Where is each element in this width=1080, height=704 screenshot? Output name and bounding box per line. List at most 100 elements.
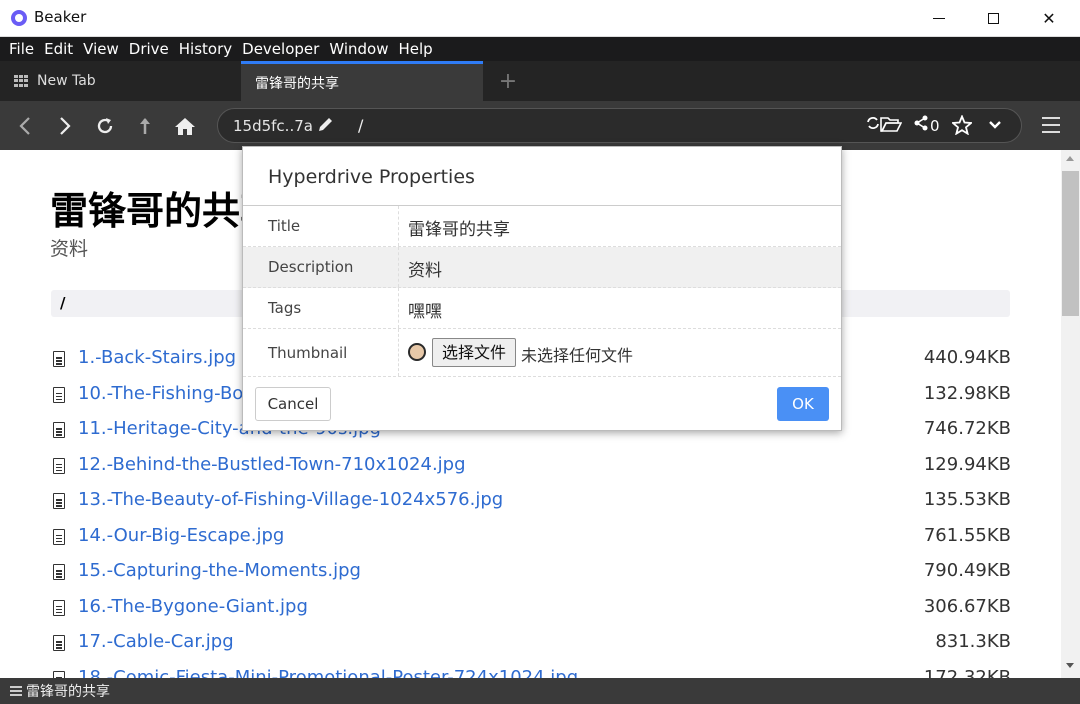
file-link[interactable]: 10.-The-Fishing-Bo [78, 383, 243, 404]
minimize-button[interactable] [916, 0, 962, 36]
url-path[interactable]: / [358, 116, 363, 135]
file-link[interactable]: 17.-Cable-Car.jpg [78, 631, 234, 652]
file-size: 761.55KB [923, 524, 1011, 546]
list-icon [10, 684, 22, 698]
property-label: Thumbnail [268, 344, 348, 362]
scroll-down-icon[interactable] [1066, 663, 1074, 668]
tab-label: 雷锋哥的共享 [255, 75, 339, 92]
file-icon [53, 493, 65, 509]
file-icon [53, 457, 65, 474]
column-divider [398, 329, 399, 376]
file-link[interactable]: 12.-Behind-the-Bustled-Town-710x1024.jpg [78, 454, 466, 475]
column-divider [398, 288, 399, 328]
peer-count: 0 [930, 117, 940, 135]
pencil-icon[interactable] [317, 115, 335, 137]
property-label: Tags [268, 299, 302, 317]
sync-icon[interactable] [866, 115, 880, 135]
choose-file-button[interactable]: 选择文件 [432, 338, 517, 367]
property-label: Description [268, 258, 354, 276]
page-subtitle: 资料 [50, 238, 89, 260]
column-divider [398, 206, 399, 246]
forward-icon[interactable] [50, 111, 80, 141]
menu-help[interactable]: Help [393, 37, 437, 61]
list-item[interactable]: 12.-Behind-the-Bustled-Town-710x1024.jpg… [51, 448, 1011, 484]
up-icon[interactable] [130, 111, 160, 141]
file-icon [53, 422, 65, 438]
file-link[interactable]: 13.-The-Beauty-of-Fishing-Village-1024x5… [78, 489, 503, 510]
list-item[interactable]: 14.-Our-Big-Escape.jpg 761.55KB [51, 519, 1011, 555]
column-divider [398, 247, 399, 287]
menu-drive[interactable]: Drive [124, 37, 174, 61]
navigation-bar: 15d5fc..7a / 0 [0, 101, 1080, 150]
tab-active[interactable]: 雷锋哥的共享 [241, 61, 483, 101]
file-size: 831.3KB [935, 631, 1011, 652]
ok-button[interactable]: OK [777, 387, 829, 421]
vertical-scrollbar[interactable] [1061, 150, 1080, 678]
file-link[interactable]: 15.-Capturing-the-Moments.jpg [78, 560, 361, 581]
new-tab-button[interactable]: + [497, 61, 519, 101]
hamburger-menu-icon[interactable] [1038, 112, 1064, 138]
property-label: Title [268, 217, 301, 235]
list-item[interactable]: 16.-The-Bygone-Giant.jpg 306.67KB [51, 590, 1011, 626]
dialog-title: Hyperdrive Properties [268, 166, 475, 188]
file-size: 440.94KB [923, 347, 1011, 368]
menu-developer[interactable]: Developer [237, 37, 324, 61]
file-size: 132.98KB [923, 382, 1011, 404]
back-icon[interactable] [10, 111, 40, 141]
menu-bar: File Edit View Drive History Developer W… [0, 37, 1080, 61]
chevron-down-icon[interactable] [988, 115, 1002, 137]
reload-icon[interactable] [90, 111, 120, 141]
menu-file[interactable]: File [4, 37, 39, 61]
home-icon[interactable] [170, 111, 200, 141]
thumbnail-avatar [408, 343, 426, 361]
folder-icon[interactable] [880, 115, 903, 137]
property-row-thumbnail: Thumbnail 选择文件 未选择任何文件 [243, 329, 841, 377]
list-item[interactable]: 17.-Cable-Car.jpg 831.3KB [51, 625, 1011, 661]
file-size: 746.72KB [923, 418, 1011, 439]
file-status-text: 未选择任何文件 [521, 346, 634, 365]
close-button[interactable]: ✕ [1026, 0, 1072, 36]
file-size: 172.32KB [923, 666, 1011, 679]
title-bar: Beaker ✕ [0, 0, 1080, 37]
apps-grid-icon [14, 75, 28, 87]
file-link[interactable]: 18.-Comic-Fiesta-Mini-Promotional-Poster… [78, 667, 578, 679]
cancel-button[interactable]: Cancel [255, 387, 331, 421]
tab-strip: New Tab 雷锋哥的共享 + [0, 61, 1080, 101]
star-icon[interactable] [950, 114, 974, 139]
property-row-description: Description 资料 [243, 247, 841, 288]
file-link[interactable]: 1.-Back-Stairs.jpg [78, 347, 236, 368]
title-input[interactable]: 雷锋哥的共享 [408, 215, 510, 240]
drive-key[interactable]: 15d5fc..7a [233, 117, 313, 135]
maximize-button[interactable] [970, 0, 1016, 36]
list-item[interactable]: 15.-Capturing-the-Moments.jpg 790.49KB [51, 554, 1011, 590]
status-bar: 雷锋哥的共享 [0, 678, 1080, 704]
scroll-thumb[interactable] [1062, 171, 1079, 316]
menu-window[interactable]: Window [324, 37, 393, 61]
file-link[interactable]: 14.-Our-Big-Escape.jpg [78, 525, 284, 546]
tags-input[interactable]: 嘿嘿 [408, 297, 442, 322]
file-icon [53, 386, 65, 403]
file-icon [53, 635, 65, 651]
menu-view[interactable]: View [78, 37, 124, 61]
share-icon[interactable] [914, 115, 928, 135]
menu-edit[interactable]: Edit [39, 37, 78, 61]
list-item[interactable]: 13.-The-Beauty-of-Fishing-Village-1024x5… [51, 483, 1011, 519]
browser-window: Beaker ✕ File Edit View Drive History De… [0, 0, 1080, 704]
status-text: 雷锋哥的共享 [26, 684, 110, 700]
menu-history[interactable]: History [174, 37, 237, 61]
property-row-title: Title 雷锋哥的共享 [243, 206, 841, 247]
app-title: Beaker [34, 8, 87, 26]
file-size: 306.67KB [923, 595, 1011, 617]
file-size: 790.49KB [923, 560, 1011, 581]
list-item[interactable]: 18.-Comic-Fiesta-Mini-Promotional-Poster… [51, 661, 1011, 679]
scroll-up-icon[interactable] [1066, 156, 1074, 161]
url-bar[interactable]: 15d5fc..7a / 0 [217, 108, 1022, 143]
file-link[interactable]: 16.-The-Bygone-Giant.jpg [78, 596, 308, 617]
tab-label: New Tab [37, 73, 96, 89]
hyperdrive-properties-dialog: Hyperdrive Properties Title 雷锋哥的共享 Descr… [242, 146, 842, 431]
file-icon [53, 564, 65, 580]
breadcrumb-root[interactable]: / [60, 294, 65, 312]
file-size: 129.94KB [923, 453, 1011, 475]
tab-new-tab[interactable]: New Tab [0, 61, 240, 101]
description-input[interactable]: 资料 [408, 256, 442, 281]
